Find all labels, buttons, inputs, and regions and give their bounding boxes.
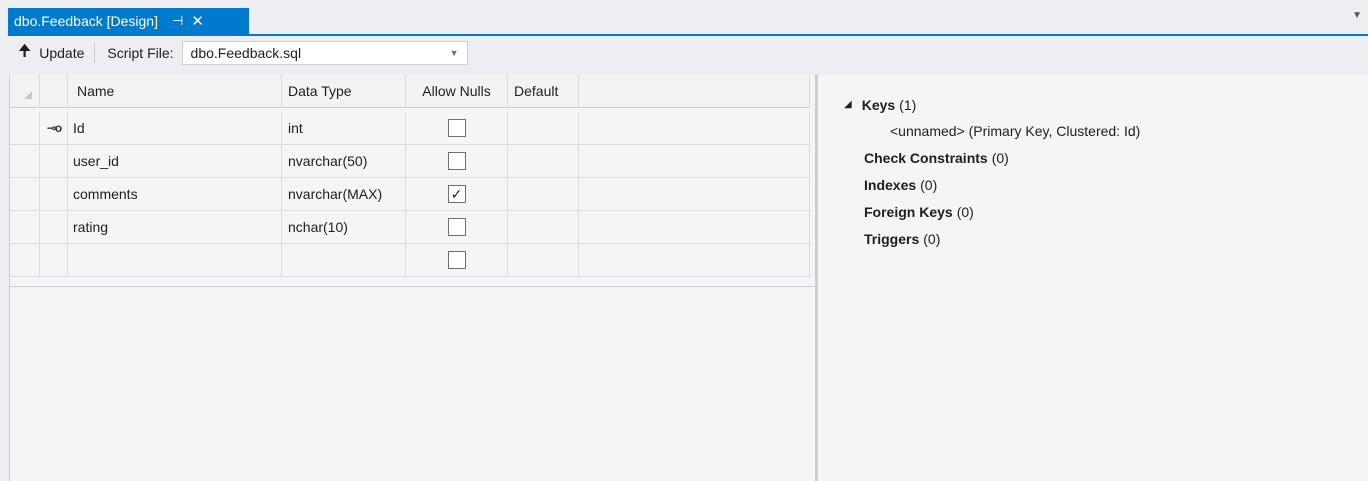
- columns-grid: Name Data Type Allow Nulls Default ⊸o Id…: [9, 75, 816, 481]
- default-cell[interactable]: [508, 112, 579, 144]
- allow-nulls-checkbox[interactable]: [447, 152, 466, 170]
- row-filler: [579, 112, 810, 144]
- row-marker: [40, 145, 68, 177]
- data-type-cell[interactable]: int: [282, 112, 406, 144]
- header-allow-nulls[interactable]: Allow Nulls: [406, 75, 508, 107]
- pin-icon[interactable]: ⊣: [172, 13, 183, 29]
- default-cell[interactable]: [508, 244, 579, 276]
- tree-node-indexes[interactable]: Indexes (0): [844, 171, 1140, 198]
- tab-title: dbo.Feedback [Design]: [14, 13, 158, 29]
- tab-overflow-dropdown-icon[interactable]: ▼: [1352, 10, 1362, 21]
- allow-nulls-cell: ✓: [406, 178, 508, 210]
- header-data-type[interactable]: Data Type: [282, 75, 406, 107]
- row-selector[interactable]: [10, 244, 40, 276]
- indexes-count: (0): [920, 176, 938, 193]
- data-type-cell[interactable]: nchar(10): [282, 211, 406, 243]
- primary-key-item: <unnamed> (Primary Key, Clustered: Id): [890, 123, 1141, 139]
- table-row[interactable]: comments nvarchar(MAX) ✓: [10, 178, 810, 211]
- default-cell[interactable]: [508, 178, 579, 210]
- allow-nulls-checkbox[interactable]: [447, 218, 466, 236]
- chevron-down-icon[interactable]: ▼: [450, 48, 459, 58]
- tree-node-keys[interactable]: ◢ Keys (1): [844, 91, 1140, 118]
- row-filler: [579, 178, 810, 210]
- row-selector[interactable]: [10, 178, 40, 210]
- tree-node-primary-key[interactable]: <unnamed> (Primary Key, Clustered: Id): [844, 118, 1140, 144]
- tree-node-foreign-keys[interactable]: Foreign Keys (0): [844, 198, 1140, 225]
- foreign-keys-count: (0): [956, 203, 974, 220]
- close-icon[interactable]: ✕: [191, 12, 204, 30]
- table-row[interactable]: ⊸o Id int: [10, 112, 810, 145]
- allow-nulls-cell: [406, 145, 508, 177]
- row-selector[interactable]: [10, 112, 40, 144]
- tree-node-triggers[interactable]: Triggers (0): [844, 225, 1140, 252]
- data-type-cell[interactable]: nvarchar(50): [282, 145, 406, 177]
- triggers-label: Triggers: [864, 230, 920, 247]
- header-default[interactable]: Default: [508, 75, 579, 107]
- script-file-label: Script File:: [107, 45, 174, 61]
- allow-nulls-checkbox[interactable]: [447, 119, 466, 137]
- row-marker: [40, 244, 68, 276]
- table-row-new[interactable]: [10, 244, 810, 277]
- allow-nulls-checkbox[interactable]: [447, 251, 466, 269]
- row-selector[interactable]: [10, 145, 40, 177]
- table-row[interactable]: user_id nvarchar(50): [10, 145, 810, 178]
- row-marker: [40, 211, 68, 243]
- header-filler: [579, 75, 810, 107]
- foreign-keys-label: Foreign Keys: [864, 203, 953, 220]
- indexes-label: Indexes: [864, 176, 917, 193]
- document-tab-strip: dbo.Feedback [Design] ⊣ ✕ ▼: [0, 0, 1368, 38]
- row-filler: [579, 244, 810, 276]
- keys-label: Keys: [861, 96, 896, 113]
- upload-arrow-icon: 🠉: [18, 42, 32, 60]
- column-name-cell[interactable]: comments: [68, 178, 282, 210]
- tab-underline: [8, 34, 1368, 36]
- designer-toolbar: 🠉 Update Script File: dbo.Feedback.sql ▼: [8, 38, 1368, 68]
- keys-count: (1): [899, 96, 917, 113]
- row-marker: ⊸o: [40, 112, 68, 144]
- check-constraints-label: Check Constraints: [864, 149, 988, 166]
- default-cell[interactable]: [508, 211, 579, 243]
- column-name-cell[interactable]: Id: [68, 112, 282, 144]
- tab-feedback-design[interactable]: dbo.Feedback [Design] ⊣ ✕: [8, 8, 249, 34]
- column-name-cell[interactable]: user_id: [68, 145, 282, 177]
- script-file-value: dbo.Feedback.sql: [190, 45, 302, 61]
- table-properties-pane: ◢ Keys (1) <unnamed> (Primary Key, Clust…: [818, 75, 1368, 481]
- tree-node-check-constraints[interactable]: Check Constraints (0): [844, 144, 1140, 171]
- table-row[interactable]: rating nchar(10): [10, 211, 810, 244]
- allow-nulls-cell: [406, 211, 508, 243]
- toolbar-separator: [94, 43, 96, 63]
- allow-nulls-checkbox[interactable]: ✓: [447, 185, 466, 203]
- allow-nulls-cell: [406, 112, 508, 144]
- header-name[interactable]: Name: [68, 75, 282, 107]
- row-marker: [40, 178, 68, 210]
- grid-bottom-border: [10, 286, 816, 287]
- row-selector[interactable]: [10, 211, 40, 243]
- check-constraints-count: (0): [991, 149, 1009, 166]
- grid-header-row: Name Data Type Allow Nulls Default: [10, 75, 810, 108]
- data-type-cell[interactable]: [282, 244, 406, 276]
- default-cell[interactable]: [508, 145, 579, 177]
- primary-key-icon: ⊸o: [46, 121, 62, 135]
- expanded-triangle-icon[interactable]: ◢: [844, 99, 852, 110]
- column-name-cell[interactable]: [68, 244, 282, 276]
- update-button[interactable]: 🠉 Update: [8, 41, 92, 65]
- column-name-cell[interactable]: rating: [68, 211, 282, 243]
- data-type-cell[interactable]: nvarchar(MAX): [282, 178, 406, 210]
- row-filler: [579, 145, 810, 177]
- properties-tree: ◢ Keys (1) <unnamed> (Primary Key, Clust…: [844, 91, 1140, 252]
- script-file-combobox[interactable]: dbo.Feedback.sql ▼: [181, 41, 468, 65]
- row-filler: [579, 211, 810, 243]
- triggers-count: (0): [923, 230, 941, 247]
- update-label: Update: [39, 45, 85, 61]
- select-all-corner[interactable]: [10, 75, 40, 107]
- row-marker-header: [40, 75, 68, 107]
- allow-nulls-cell: [406, 244, 508, 276]
- corner-triangle-icon: [24, 91, 32, 99]
